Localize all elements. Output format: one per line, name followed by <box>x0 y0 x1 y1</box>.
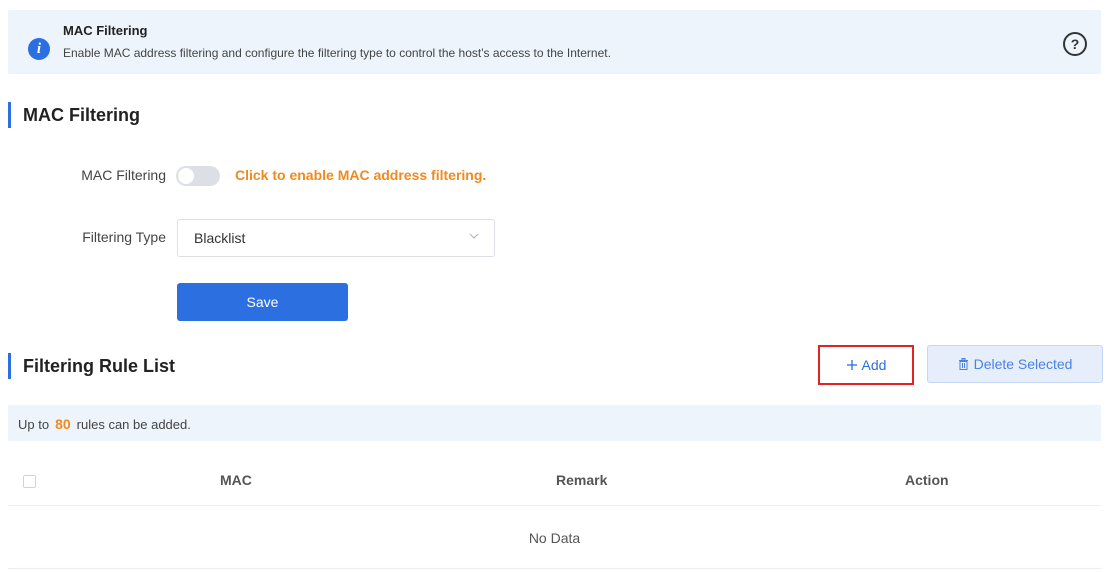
filtering-type-value: Blacklist <box>194 230 246 246</box>
select-all-checkbox[interactable] <box>23 475 36 488</box>
delete-selected-label: Delete Selected <box>973 356 1073 372</box>
empty-state: No Data <box>528 530 581 546</box>
limit-prefix: Up to <box>18 417 50 432</box>
plus-icon <box>846 360 857 370</box>
info-banner: i MAC Filtering Enable MAC address filte… <box>8 10 1101 74</box>
section-title-rule-list: Filtering Rule List <box>8 353 175 379</box>
delete-selected-button[interactable]: Delete Selected <box>927 345 1103 383</box>
limit-suffix: rules can be added. <box>76 417 191 432</box>
toggle-knob <box>178 168 194 184</box>
banner-title: MAC Filtering <box>63 23 148 38</box>
column-header-mac: MAC <box>220 472 252 488</box>
add-button-label: Add <box>861 357 887 373</box>
help-icon[interactable]: ? <box>1063 32 1087 56</box>
chevron-down-icon <box>469 233 479 239</box>
limit-count: 80 <box>55 416 71 432</box>
add-button[interactable]: Add <box>818 345 914 385</box>
save-button[interactable]: Save <box>177 283 348 321</box>
banner-description: Enable MAC address filtering and configu… <box>63 46 611 60</box>
toggle-hint: Click to enable MAC address filtering. <box>235 167 487 183</box>
table-divider <box>8 568 1101 569</box>
filtering-type-label: Filtering Type <box>82 229 166 245</box>
rule-limit-notice: Up to 80 rules can be added. <box>8 405 1101 441</box>
info-icon: i <box>28 38 50 60</box>
filtering-type-select[interactable]: Blacklist <box>177 219 495 257</box>
section-title-mac-filtering: MAC Filtering <box>8 102 140 128</box>
column-header-remark: Remark <box>556 472 608 488</box>
table-divider <box>8 505 1101 506</box>
column-header-action: Action <box>905 472 949 488</box>
mac-filtering-label: MAC Filtering <box>81 167 166 183</box>
mac-filtering-toggle[interactable] <box>176 166 220 186</box>
trash-icon <box>958 358 968 370</box>
